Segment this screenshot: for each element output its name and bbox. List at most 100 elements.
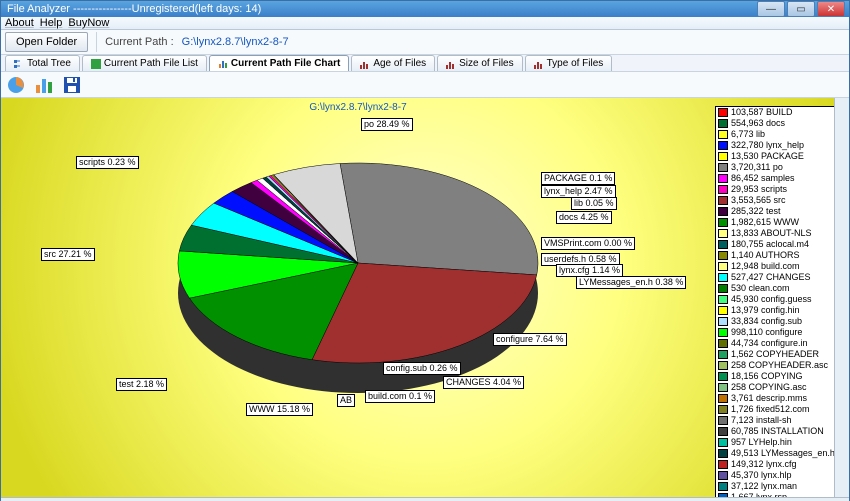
- legend-row[interactable]: 60,785 INSTALLATION: [716, 426, 842, 437]
- legend-row[interactable]: 527,427 CHANGES: [716, 272, 842, 283]
- legend-row[interactable]: 322,780 lynx_help: [716, 140, 842, 151]
- callout-ab: AB: [337, 394, 355, 407]
- bars-icon: [360, 59, 370, 69]
- legend-swatch: [718, 438, 728, 447]
- legend-text: 149,312 lynx.cfg: [731, 459, 797, 470]
- legend-row[interactable]: 1,982,615 WWW: [716, 217, 842, 228]
- legend-text: 86,452 samples: [731, 173, 795, 184]
- minimize-button[interactable]: —: [757, 1, 785, 17]
- window-buttons: — ▭ ✕: [757, 1, 845, 17]
- callout-po: po 28.49 %: [361, 118, 413, 131]
- legend-row[interactable]: 18,156 COPYING: [716, 371, 842, 382]
- tab-current-path-file-chart[interactable]: Current Path File Chart: [209, 55, 349, 71]
- legend-swatch: [718, 471, 728, 480]
- legend-row[interactable]: 3,720,311 po: [716, 162, 842, 173]
- legend-row[interactable]: 13,833 ABOUT-NLS: [716, 228, 842, 239]
- save-button[interactable]: [61, 74, 83, 96]
- legend-swatch: [718, 383, 728, 392]
- tab-label: Current Path File Chart: [231, 58, 340, 69]
- legend-swatch: [718, 372, 728, 381]
- legend-row[interactable]: 86,452 samples: [716, 173, 842, 184]
- callout-src: src 27.21 %: [41, 248, 95, 261]
- horizontal-scrollbar[interactable]: [1, 497, 849, 501]
- legend-swatch: [718, 196, 728, 205]
- legend-swatch: [718, 240, 728, 249]
- tab-current-path-file-list[interactable]: Current Path File List: [82, 55, 207, 71]
- pie-chart[interactable]: [148, 118, 568, 438]
- legend-row[interactable]: 13,530 PACKAGE: [716, 151, 842, 162]
- tab-label: Type of Files: [547, 58, 604, 69]
- legend-row[interactable]: 12,948 build.com: [716, 261, 842, 272]
- legend-row[interactable]: 103,587 BUILD: [716, 107, 842, 118]
- legend-row[interactable]: 3,553,565 src: [716, 195, 842, 206]
- callout-lymessages: LYMessages_en.h 0.38 %: [576, 276, 686, 289]
- pie-chart-button[interactable]: [5, 74, 27, 96]
- legend-swatch: [718, 207, 728, 216]
- legend-swatch: [718, 350, 728, 359]
- legend-row[interactable]: 29,953 scripts: [716, 184, 842, 195]
- current-path-value: G:\lynx2.8.7\lynx2-8-7: [182, 36, 289, 48]
- open-folder-button[interactable]: Open Folder: [5, 32, 88, 52]
- legend-row[interactable]: 530 clean.com: [716, 283, 842, 294]
- menu-help[interactable]: Help: [40, 17, 63, 29]
- legend-swatch: [718, 119, 728, 128]
- legend-swatch: [718, 218, 728, 227]
- legend-row[interactable]: 45,370 lynx.hlp: [716, 470, 842, 481]
- legend-row[interactable]: 998,110 configure: [716, 327, 842, 338]
- legend-row[interactable]: 7,123 install-sh: [716, 415, 842, 426]
- callout-package: PACKAGE 0.1 %: [541, 172, 615, 185]
- legend-swatch: [718, 416, 728, 425]
- legend-text: 45,370 lynx.hlp: [731, 470, 792, 481]
- close-button[interactable]: ✕: [817, 1, 845, 17]
- vertical-scrollbar[interactable]: [834, 98, 849, 497]
- floppy-icon: [62, 75, 82, 95]
- legend-row[interactable]: 1,562 COPYHEADER: [716, 349, 842, 360]
- window-title: File Analyzer ----------------Unregister…: [5, 3, 757, 15]
- legend-row[interactable]: 258 COPYING.asc: [716, 382, 842, 393]
- callout-www: WWW 15.18 %: [246, 403, 313, 416]
- legend-swatch: [718, 229, 728, 238]
- tab-label: Size of Files: [459, 58, 513, 69]
- content-area: G:\lynx2.8.7\lynx2-8-7 po 28.49 % src 27…: [1, 98, 849, 501]
- legend-swatch: [718, 339, 728, 348]
- tab-type-of-files[interactable]: Type of Files: [525, 55, 613, 71]
- tab-label: Age of Files: [373, 58, 426, 69]
- legend-row[interactable]: 6,773 lib: [716, 129, 842, 140]
- menu-buynow[interactable]: BuyNow: [68, 17, 109, 29]
- legend-row[interactable]: 49,513 LYMessages_en.h: [716, 448, 842, 459]
- legend-text: 60,785 INSTALLATION: [731, 426, 824, 437]
- legend-row[interactable]: 44,734 configure.in: [716, 338, 842, 349]
- tab-size-of-files[interactable]: Size of Files: [437, 55, 522, 71]
- legend-row[interactable]: 3,761 descrip.mms: [716, 393, 842, 404]
- bars-icon: [534, 59, 544, 69]
- legend-row[interactable]: 149,312 lynx.cfg: [716, 459, 842, 470]
- legend[interactable]: 103,587 BUILD554,963 docs6,773 lib322,78…: [715, 106, 843, 501]
- legend-swatch: [718, 427, 728, 436]
- legend-row[interactable]: 13,979 config.hin: [716, 305, 842, 316]
- tab-total-tree[interactable]: Total Tree: [5, 55, 80, 71]
- chart-title: G:\lynx2.8.7\lynx2-8-7: [309, 102, 406, 113]
- legend-row[interactable]: 957 LYHelp.hin: [716, 437, 842, 448]
- legend-row[interactable]: 180,755 aclocal.m4: [716, 239, 842, 250]
- bar-chart-button[interactable]: [33, 74, 55, 96]
- chart-icon: [218, 59, 228, 69]
- maximize-button[interactable]: ▭: [787, 1, 815, 17]
- legend-row[interactable]: 37,122 lynx.man: [716, 481, 842, 492]
- app-window: File Analyzer ----------------Unregister…: [0, 0, 850, 501]
- titlebar[interactable]: File Analyzer ----------------Unregister…: [1, 1, 849, 17]
- legend-swatch: [718, 361, 728, 370]
- legend-row[interactable]: 554,963 docs: [716, 118, 842, 129]
- legend-row[interactable]: 33,834 config.sub: [716, 316, 842, 327]
- legend-text: 29,953 scripts: [731, 184, 787, 195]
- legend-text: 37,122 lynx.man: [731, 481, 797, 492]
- legend-row[interactable]: 1,140 AUTHORS: [716, 250, 842, 261]
- menu-about[interactable]: About: [5, 17, 34, 29]
- legend-row[interactable]: 285,322 test: [716, 206, 842, 217]
- tab-age-of-files[interactable]: Age of Files: [351, 55, 435, 71]
- callout-build: build.com 0.1 %: [365, 390, 435, 403]
- legend-text: 3,720,311 po: [731, 162, 783, 173]
- legend-row[interactable]: 45,930 config.guess: [716, 294, 842, 305]
- legend-row[interactable]: 1,726 fixed512.com: [716, 404, 842, 415]
- tab-label: Current Path File List: [104, 58, 198, 69]
- legend-row[interactable]: 258 COPYHEADER.asc: [716, 360, 842, 371]
